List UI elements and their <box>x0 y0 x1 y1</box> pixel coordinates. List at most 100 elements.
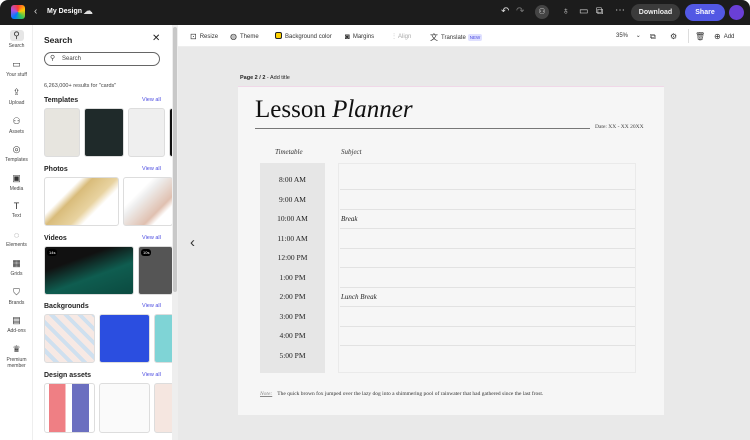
view-all-photos[interactable]: View all <box>142 166 161 172</box>
add-page-button[interactable]: ⊕ Add <box>714 32 734 41</box>
title-divider <box>255 128 590 129</box>
title-italic: Planner <box>332 96 413 123</box>
margins-button[interactable]: ◙ Margins <box>345 32 374 41</box>
video-duration: 14s <box>47 249 58 256</box>
resize-button[interactable]: ⊡ Resize <box>190 32 218 41</box>
avatar[interactable] <box>729 5 744 20</box>
align-button[interactable]: ⫶ Align <box>393 32 411 42</box>
search-placeholder: Search <box>62 56 82 62</box>
view-all-videos[interactable]: View all <box>142 235 161 241</box>
design-page[interactable]: Lesson Planner Date: XX - XX 20XX Timeta… <box>238 86 664 415</box>
rail-item-add-ons[interactable]: ▤ Add-ons <box>0 315 33 334</box>
rail-item-search[interactable]: ⚲ Search <box>0 30 33 49</box>
more-icon[interactable]: ⋯ <box>615 6 625 16</box>
view-all-templates[interactable]: View all <box>142 97 161 103</box>
date-text[interactable]: Date: XX - XX 20XX <box>595 124 644 130</box>
background-color-button[interactable]: Background color <box>275 32 332 40</box>
media-icon: ▣ <box>12 172 21 183</box>
video-thumb[interactable]: 14s <box>44 246 134 295</box>
template-thumb[interactable] <box>84 108 124 157</box>
rail-item-elements[interactable]: ◌ Elements <box>0 230 33 248</box>
subject-row-line <box>340 247 635 249</box>
design-title[interactable]: My Design <box>47 8 82 15</box>
time-slot[interactable]: 4:00 PM <box>260 331 325 340</box>
view-all-design-assets[interactable]: View all <box>142 372 161 378</box>
section-videos: Videos <box>44 235 67 242</box>
section-design-assets: Design assets <box>44 372 92 379</box>
template-thumb[interactable] <box>128 108 165 157</box>
background-thumb[interactable] <box>99 314 150 363</box>
rail-item-premium-member[interactable]: ♛ Premium member <box>0 344 33 369</box>
photo-thumb[interactable] <box>123 177 172 226</box>
search-input[interactable]: ⚲ Search <box>44 52 160 66</box>
addons-icon: ▤ <box>12 315 21 325</box>
chevron-down-icon: ⌄ <box>635 33 641 39</box>
video-thumb[interactable]: 10s <box>138 246 172 295</box>
view-all-backgrounds[interactable]: View all <box>142 303 161 309</box>
asset-thumb[interactable] <box>99 383 150 433</box>
app-logo[interactable] <box>11 5 25 19</box>
previous-page-icon[interactable]: ‹ <box>190 234 195 251</box>
subject-row-line <box>340 286 635 288</box>
background-thumb[interactable] <box>154 314 172 363</box>
subject-header[interactable]: Subject <box>341 148 362 156</box>
share-button[interactable]: Share <box>685 4 725 21</box>
subject-row-line <box>340 325 635 327</box>
time-slot[interactable]: 8:00 AM <box>260 175 325 184</box>
panel-title: Search <box>44 35 73 45</box>
pages-icon[interactable]: ⧉ <box>650 32 659 42</box>
delete-icon[interactable]: 🗑 <box>695 32 708 41</box>
rail-item-upload[interactable]: ⇪ Upload <box>0 87 33 106</box>
time-slot[interactable]: 12:00 PM <box>260 253 325 262</box>
rail-item-your-stuff[interactable]: ▭ Your stuff <box>0 59 33 78</box>
search-panel: Search ✕ ⚲ Search 6,263,000+ results for … <box>33 25 173 440</box>
close-icon[interactable]: ✕ <box>152 33 160 44</box>
backgrounds-row <box>44 314 172 363</box>
timetable-header[interactable]: Timetable <box>275 148 303 156</box>
asset-thumb[interactable] <box>44 383 95 433</box>
photo-thumb[interactable] <box>44 177 119 226</box>
translate-button[interactable]: 文 Translate NEW <box>430 32 483 43</box>
note-text: The quick brown fox jumped over the lazy… <box>277 391 544 397</box>
back-chevron-icon[interactable]: ‹ <box>34 7 37 17</box>
invite-icon[interactable]: ⚇ <box>535 5 549 19</box>
time-slot[interactable]: 5:00 PM <box>260 351 325 360</box>
rail-item-templates[interactable]: ◎ Templates <box>0 144 33 163</box>
time-slot[interactable]: 1:00 PM <box>260 273 325 282</box>
time-slot[interactable]: 3:00 PM <box>260 312 325 321</box>
time-slot[interactable]: 2:00 PM <box>260 292 325 301</box>
lightbulb-icon[interactable]: ♁ <box>562 7 570 17</box>
rail-item-assets[interactable]: ⚇ Assets <box>0 116 33 135</box>
share-link-icon[interactable]: ⧉ <box>596 7 603 17</box>
subject-entry[interactable]: Break <box>341 215 357 223</box>
redo-icon[interactable]: ↷ <box>516 7 524 17</box>
toolbar: ⊡ Resize ◍ Theme Background color ◙ Margins… <box>178 25 750 47</box>
asset-thumb[interactable] <box>154 383 172 433</box>
download-button[interactable]: Download <box>631 4 680 21</box>
time-slot[interactable]: 9:00 AM <box>260 195 325 204</box>
zoom-select[interactable]: 35% ⌄ <box>616 32 641 39</box>
rail-item-grids[interactable]: ▦ Grids <box>0 258 33 277</box>
comment-icon[interactable]: ▭ <box>579 7 588 17</box>
align-label: Align <box>398 34 412 40</box>
time-slot[interactable]: 11:00 AM <box>260 234 325 243</box>
undo-icon[interactable]: ↶ <box>501 7 509 17</box>
planner-title[interactable]: Lesson Planner <box>255 96 413 124</box>
resize-icon: ⊡ <box>190 32 197 41</box>
new-badge: NEW <box>467 34 483 41</box>
subject-entry[interactable]: Lunch Break <box>341 293 377 301</box>
add-title-link[interactable]: - Add title <box>265 75 290 81</box>
page-settings-icon[interactable]: ⚙ <box>670 32 680 41</box>
background-thumb[interactable] <box>44 314 95 363</box>
note[interactable]: Note: The quick brown fox jumped over the… <box>260 391 543 397</box>
rail-item-text[interactable]: T Text <box>0 201 33 219</box>
translate-label: Translate <box>441 35 466 41</box>
rail-item-media[interactable]: ▣ Media <box>0 173 33 192</box>
color-swatch-icon <box>275 32 282 39</box>
theme-button[interactable]: ◍ Theme <box>230 32 259 41</box>
rail-item-brands[interactable]: ⛉ Brands <box>0 287 33 306</box>
template-thumb[interactable] <box>44 108 80 157</box>
time-slot[interactable]: 10:00 AM <box>260 214 325 223</box>
palette-icon: ◍ <box>230 32 237 41</box>
brands-icon: ⛉ <box>13 286 20 297</box>
